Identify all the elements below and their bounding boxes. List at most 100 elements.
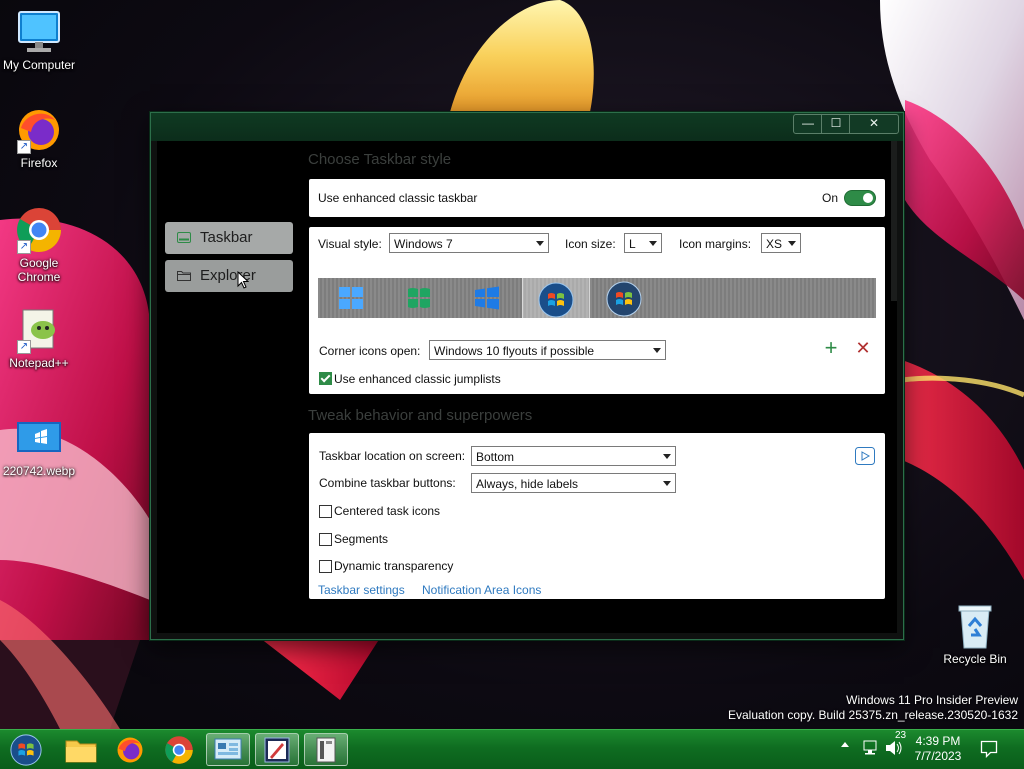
- folder-icon: [65, 740, 97, 763]
- watermark-line-2: Evaluation copy. Build 25375.zn_release.…: [728, 708, 1018, 722]
- folder-icon: [177, 271, 191, 281]
- recycle-bin-icon: [951, 602, 999, 650]
- close-button[interactable]: ✕: [849, 114, 899, 134]
- desktop-icon-recycle-bin[interactable]: Recycle Bin: [936, 602, 1014, 666]
- corner-icons-select[interactable]: Windows 10 flyouts if possible: [429, 340, 666, 360]
- firefox-icon: ↗: [15, 106, 63, 154]
- select-value: XS: [766, 237, 783, 251]
- window-client-area: Taskbar Explorer Choose Taskbar style Us…: [157, 141, 897, 633]
- select-value: Windows 7: [394, 237, 453, 251]
- taskbar-paint-button[interactable]: [255, 733, 299, 766]
- desktop-icon-label: Firefox: [20, 156, 58, 170]
- taskbar-explorer-button[interactable]: [59, 733, 103, 766]
- dynamic-transparency-checkbox[interactable]: [319, 560, 332, 573]
- visual-style-select[interactable]: Windows 7: [389, 233, 549, 253]
- combine-buttons-select[interactable]: Always, hide labels: [471, 473, 676, 493]
- nav-item-explorer[interactable]: Explorer: [165, 260, 293, 292]
- start-button-style-strip: [318, 270, 876, 326]
- start-style-win11-icon[interactable]: [338, 286, 364, 310]
- enhanced-jumplists-label: Use enhanced classic jumplists: [334, 372, 501, 386]
- enhanced-taskbar-toggle[interactable]: [844, 190, 876, 206]
- maximize-button[interactable]: ☐: [821, 114, 851, 134]
- desktop-icon-notepad-plus[interactable]: ↗ Notepad++: [0, 306, 78, 370]
- taskbar: 23 4:39 PM 7/7/2023: [0, 729, 1024, 769]
- volume-icon[interactable]: [884, 739, 904, 757]
- windows-watermark: Windows 11 Pro Insider Preview Evaluatio…: [728, 693, 1018, 723]
- network-icon[interactable]: [862, 738, 882, 758]
- shortcut-arrow-icon: ↗: [17, 240, 31, 254]
- desktop-icon-firefox[interactable]: ↗ Firefox: [0, 106, 78, 170]
- clock-time[interactable]: 4:39 PM: [908, 734, 968, 748]
- start-style-vista-orb-icon[interactable]: [606, 281, 642, 317]
- window-scrollbar[interactable]: [891, 141, 897, 301]
- section-title-tweak-behavior: Tweak behavior and superpowers: [308, 407, 533, 424]
- icon-margins-select[interactable]: XS: [761, 233, 801, 253]
- segments-label: Segments: [334, 532, 389, 546]
- visual-style-label: Visual style:: [318, 237, 382, 251]
- chevron-down-icon: [536, 241, 544, 246]
- nav-item-taskbar[interactable]: Taskbar: [165, 222, 293, 254]
- chrome-icon: ↗: [15, 206, 63, 254]
- monitor-icon: [15, 8, 63, 56]
- window-titlebar[interactable]: — ☐ ✕: [151, 113, 903, 141]
- notification-area-icons-link[interactable]: Notification Area Icons: [422, 583, 541, 597]
- desktop-icon-label: Notepad++: [9, 356, 69, 370]
- show-hidden-icons-chevron-up-icon[interactable]: [841, 742, 849, 747]
- watermark-line-1: Windows 11 Pro Insider Preview: [846, 693, 1018, 707]
- desktop-icon-webp-file[interactable]: 220742.webp: [0, 414, 78, 478]
- start-style-win10-icon[interactable]: [474, 286, 500, 310]
- icon-size-select[interactable]: L: [624, 233, 662, 253]
- taskbar-control-panel-button[interactable]: [206, 733, 250, 766]
- icon-margins-label: Icon margins:: [679, 237, 752, 251]
- desktop-icon-label: My Computer: [2, 58, 76, 72]
- shortcut-arrow-icon: ↗: [17, 140, 31, 154]
- enhanced-taskbar-card: Use enhanced classic taskbar On: [309, 179, 885, 217]
- start-style-win8-icon[interactable]: [406, 286, 432, 310]
- firefox-icon: [117, 737, 143, 763]
- clock-date[interactable]: 7/7/2023: [908, 749, 968, 763]
- desktop-icon-label: 220742.webp: [2, 464, 76, 478]
- settings-app-icon: [316, 737, 336, 763]
- corner-icons-label: Corner icons open:: [319, 344, 421, 358]
- taskbar-firefox-button[interactable]: [108, 733, 152, 766]
- segments-checkbox[interactable]: [319, 533, 332, 546]
- start-style-win7-option-selected[interactable]: [522, 270, 590, 326]
- taskbar-explorerpatcher-button[interactable]: [304, 733, 348, 766]
- enhanced-taskbar-label: Use enhanced classic taskbar: [318, 191, 478, 205]
- add-icon[interactable]: +: [821, 337, 841, 359]
- enhanced-jumplists-checkbox[interactable]: [319, 372, 332, 385]
- visual-style-card: Visual style: Windows 7 Icon size: L Ico…: [309, 227, 885, 394]
- select-value: Bottom: [476, 450, 515, 464]
- control-panel-icon: [214, 738, 242, 760]
- start-orb-icon[interactable]: [8, 733, 44, 767]
- settings-window: — ☐ ✕ Taskbar Explorer Choose Taskbar st…: [150, 112, 904, 640]
- dynamic-transparency-label: Dynamic transparency: [334, 559, 454, 573]
- centered-icons-checkbox[interactable]: [319, 505, 332, 518]
- select-value: Windows 10 flyouts if possible: [434, 344, 595, 358]
- mouse-cursor-icon: [237, 271, 249, 289]
- select-value: L: [629, 237, 636, 251]
- taskbar-location-select[interactable]: Bottom: [471, 446, 676, 466]
- shortcut-arrow-icon: ↗: [17, 340, 31, 354]
- taskbar-chrome-button[interactable]: [157, 733, 201, 766]
- toggle-knob: [863, 193, 873, 203]
- combine-buttons-label: Combine taskbar buttons:: [319, 476, 456, 490]
- chevron-down-icon: [663, 454, 671, 459]
- chevron-down-icon: [649, 241, 657, 246]
- taskbar-settings-link[interactable]: Taskbar settings: [318, 583, 405, 597]
- desktop-icon-my-computer[interactable]: My Computer: [0, 8, 78, 72]
- taskbar-icon: [177, 232, 191, 243]
- image-file-icon: [15, 414, 63, 462]
- icon-size-label: Icon size:: [565, 237, 616, 251]
- remove-icon[interactable]: ✕: [853, 337, 873, 359]
- desktop-icon-chrome[interactable]: ↗ Google Chrome: [0, 206, 78, 284]
- select-value: Always, hide labels: [476, 477, 579, 491]
- notepad-plus-icon: ↗: [15, 306, 63, 354]
- video-play-icon[interactable]: [855, 447, 875, 465]
- centered-icons-label: Centered task icons: [334, 504, 441, 518]
- nav-item-label: Taskbar: [200, 229, 253, 246]
- chevron-down-icon: [653, 348, 661, 353]
- action-center-icon[interactable]: [980, 740, 998, 758]
- toggle-state-label: On: [822, 191, 839, 205]
- minimize-button[interactable]: —: [793, 114, 823, 134]
